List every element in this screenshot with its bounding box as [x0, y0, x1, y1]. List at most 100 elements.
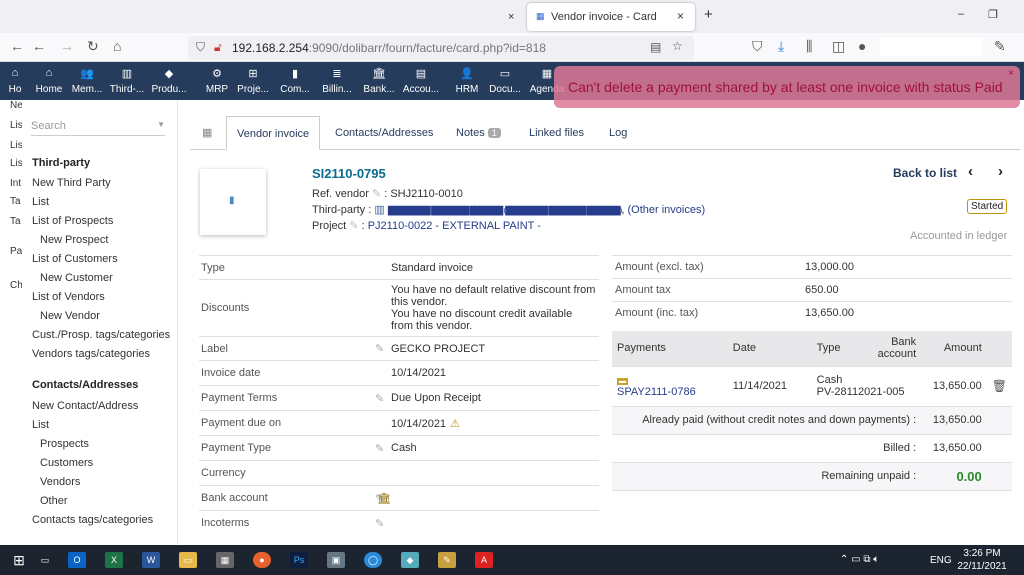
hidden-menu-item[interactable]: Ne [10, 100, 23, 111]
topmenu-item[interactable]: 👤 HRM [448, 62, 486, 100]
sidebar-item[interactable]: Other [40, 495, 68, 507]
previous-icon[interactable]: ‹ [968, 163, 973, 180]
topmenu-item[interactable]: ◆ Produ... [150, 62, 188, 100]
hidden-menu-item[interactable]: Pa [10, 246, 22, 257]
delete-payment-icon[interactable]: 🗑︎ [987, 366, 1012, 406]
sidebar-item[interactable]: New Vendor [40, 310, 100, 322]
remaining-label: Remaining unpaid : [821, 470, 917, 482]
language-indicator[interactable]: ENG [930, 555, 952, 566]
sidebar-item[interactable]: List of Customers [32, 253, 118, 265]
pdf-icon[interactable]: A [475, 552, 493, 568]
hidden-menu-item[interactable]: Lis [10, 140, 23, 151]
extension-search-box[interactable] [880, 38, 982, 56]
app-icon[interactable]: ◆ [401, 552, 419, 568]
next-icon[interactable]: › [998, 163, 1003, 180]
hidden-menu-item[interactable]: Ta [10, 196, 21, 207]
word-icon[interactable]: W [142, 552, 160, 568]
payment-ref-link[interactable]: SPAY2111-0786 [617, 386, 696, 398]
topmenu-item[interactable]: ⌂ Home [30, 62, 68, 100]
new-tab-button[interactable]: + [704, 6, 713, 23]
other-invoices-link[interactable]: (Other invoices) [627, 204, 705, 216]
hidden-menu-item[interactable]: Lis [10, 120, 23, 131]
bookmark-star-icon[interactable]: ☆ [672, 39, 683, 53]
topmenu-item[interactable]: ⚙ MRP [198, 62, 236, 100]
clock-date[interactable]: 22/11/2021 [956, 561, 1008, 572]
library-icon[interactable]: ⫼ [806, 38, 812, 55]
paint-icon[interactable]: ✎ [438, 552, 456, 568]
sidebar-item[interactable]: New Third Party [32, 177, 111, 189]
network-icon[interactable]: ▣ [327, 552, 345, 568]
photoshop-icon[interactable]: Ps [290, 552, 308, 568]
topmenu-item[interactable]: ⌂ Ho [4, 62, 26, 100]
topmenu-item[interactable]: ▤ Accou... [402, 62, 440, 100]
edit-pencil-icon[interactable]: ✎ [375, 443, 384, 455]
reader-view-icon[interactable]: ▤ [650, 40, 661, 54]
sidebar-item[interactable]: List [32, 419, 49, 431]
file-explorer-icon[interactable]: ▭ [179, 552, 197, 568]
active-tab[interactable]: ▦ Vendor invoice - Card × [527, 3, 695, 31]
reload-icon[interactable]: ↻ [87, 38, 99, 55]
edit-pencil-icon[interactable]: ✎ [349, 220, 358, 232]
edit-pencil-icon[interactable]: ✎ [375, 518, 384, 530]
sidebar-item[interactable]: List [32, 196, 49, 208]
windows-start-icon[interactable]: ⊞ [10, 552, 28, 568]
account-icon[interactable]: ● [858, 38, 866, 54]
calculator-icon[interactable]: ▦ [216, 552, 234, 568]
sidebar-item[interactable]: Customers [40, 457, 93, 469]
sidebar-item[interactable]: Cust./Prosp. tags/categories [32, 329, 170, 341]
topmenu-item[interactable]: ▮ Com... [276, 62, 314, 100]
sidebar-item[interactable]: New Prospect [40, 234, 108, 246]
edit-pencil-icon[interactable]: ✎ [375, 343, 384, 355]
task-view-icon[interactable]: ▭ [36, 552, 54, 568]
tab-contacts-addresses[interactable]: Contacts/Addresses [325, 116, 443, 150]
excel-icon[interactable]: X [105, 552, 123, 568]
close-inactive-tab-icon[interactable]: × [508, 4, 514, 30]
tab-log[interactable]: Log [599, 116, 637, 150]
download-icon[interactable]: ⤓ [778, 38, 784, 55]
topmenu-item[interactable]: ≣ Billin... [318, 62, 356, 100]
back-history-icon[interactable]: ← [10, 38, 24, 54]
topmenu-item[interactable]: ▭ Docu... [486, 62, 524, 100]
topmenu-item[interactable]: ⊞ Proje... [234, 62, 272, 100]
sidebar-icon[interactable]: ◫ [832, 38, 845, 55]
home-icon[interactable]: ⌂ [113, 38, 121, 54]
edit-pencil-icon[interactable]: ✎ [372, 188, 381, 200]
pocket-icon[interactable]: ⛉ [752, 38, 763, 55]
system-tray-icons[interactable]: ⌃ ▭ ⧉ 🔈︎ [840, 554, 879, 565]
topmenu-item[interactable]: ▥ Third-... [108, 62, 146, 100]
hidden-menu-item[interactable]: Ch [10, 280, 23, 291]
sidebar-item[interactable]: New Contact/Address [32, 400, 138, 412]
sidebar-item[interactable]: Vendors [40, 476, 80, 488]
hidden-menu-item[interactable]: Lis [10, 158, 23, 169]
topmenu-item[interactable]: 🏛 Bank... [360, 62, 398, 100]
tab-vendor-invoice[interactable]: Vendor invoice [226, 116, 321, 150]
sidebar-item[interactable]: Prospects [40, 438, 89, 450]
url-bar[interactable]: ⛉ 🔓︎ 192.168.2.254:9090/dolibarr/fourn/f… [188, 36, 694, 60]
firefox-icon[interactable]: ● [253, 552, 271, 568]
sidebar-item[interactable]: Contacts tags/categories [32, 514, 153, 526]
tab-linked-files[interactable]: Linked files [519, 116, 594, 150]
close-toast-icon[interactable]: × [1008, 68, 1014, 79]
tab-notes[interactable]: Notes 1 [446, 116, 511, 150]
hidden-menu-item[interactable]: Ta [10, 216, 21, 227]
sidebar-item[interactable]: New Customer [40, 272, 113, 284]
extension-icon[interactable]: ✎ [994, 38, 1006, 55]
restore-icon[interactable]: ❐ [988, 8, 998, 21]
thirdparty-link[interactable]: █████████ ████████ ███████ (█████████ ██… [388, 206, 623, 215]
edit-pencil-icon[interactable]: ✎ [375, 393, 384, 405]
search-input[interactable]: Search ▼ [31, 120, 165, 136]
project-link[interactable]: PJ2110-0022 - EXTERNAL PAINT - [368, 220, 541, 232]
back-to-list-link[interactable]: Back to list [893, 166, 957, 180]
clock-time[interactable]: 3:26 PM [958, 548, 1006, 559]
minimize-icon[interactable]: – [958, 8, 964, 20]
forward-icon[interactable]: → [60, 38, 74, 54]
sidebar-item[interactable]: List of Prospects [32, 215, 113, 227]
topmenu-item[interactable]: 👥 Mem... [68, 62, 106, 100]
hidden-menu-item[interactable]: Int [10, 178, 21, 189]
sidebar-item[interactable]: List of Vendors [32, 291, 105, 303]
close-tab-icon[interactable]: × [677, 9, 684, 23]
back-icon[interactable]: ← [32, 38, 46, 54]
chat-icon[interactable]: ◯ [364, 552, 382, 568]
sidebar-item[interactable]: Vendors tags/categories [32, 348, 150, 360]
outlook-icon[interactable]: O [68, 552, 86, 568]
